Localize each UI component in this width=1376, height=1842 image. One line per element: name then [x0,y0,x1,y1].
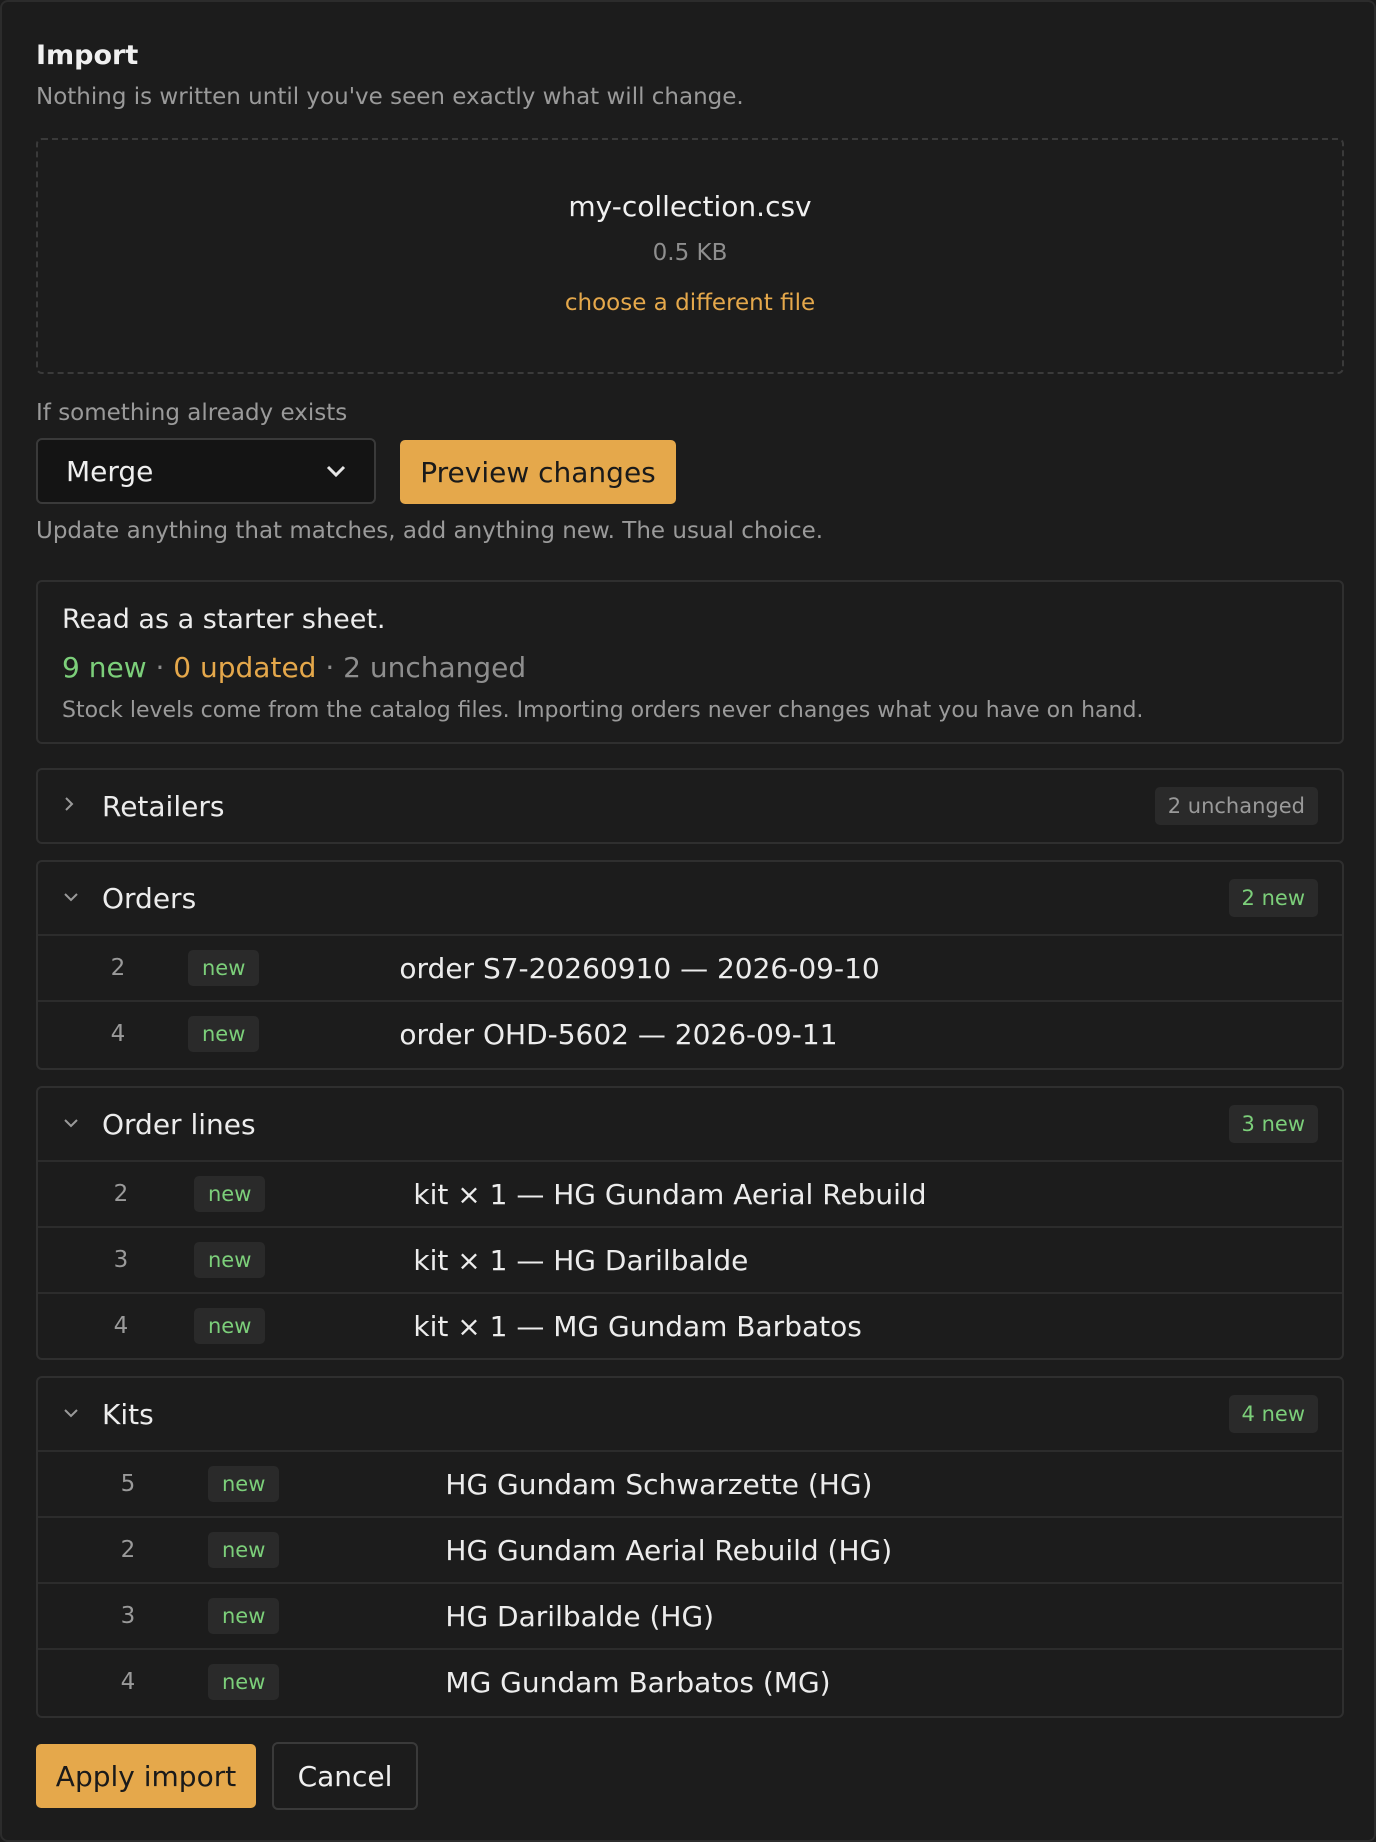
table-row: 4 new order OHD-5602 — 2026-09-11 [38,1000,1342,1066]
status-badge: new [188,950,260,986]
chevron-down-icon [62,888,94,909]
row-description: HG Gundam Schwarzette (HG) [445,1467,873,1501]
table-row: 5 new HG Gundam Schwarzette (HG) [38,1450,1342,1516]
separator: · [316,651,344,684]
row-number: 3 [120,1603,136,1629]
conflict-mode-select[interactable]: Merge [36,438,376,504]
section-header-retailers[interactable]: Retailers 2 unchanged [38,770,1342,842]
file-name: my-collection.csv [568,190,812,223]
preview-changes-button[interactable]: Preview changes [400,440,676,504]
section-header-kits[interactable]: Kits 4 new [38,1378,1342,1450]
status-badge: new [208,1598,280,1634]
status-badge: new [194,1176,266,1212]
table-row: 2 new order S7-20260910 — 2026-09-10 [38,934,1342,1000]
section-badge: 4 new [1228,1395,1318,1433]
table-row: 3 new HG Darilbalde (HG) [38,1582,1342,1648]
file-size: 0.5 KB [652,240,728,266]
section-header-order-lines[interactable]: Order lines 3 new [38,1088,1342,1160]
file-dropzone[interactable]: my-collection.csv 0.5 KB choose a differ… [36,138,1344,374]
new-count: 9 new [62,651,147,684]
row-number: 4 [120,1669,136,1695]
summary-note: Stock levels come from the catalog files… [62,698,1144,723]
section-retailers: Retailers 2 unchanged [36,768,1344,844]
cancel-button[interactable]: Cancel [272,1742,418,1810]
section-header-orders[interactable]: Orders 2 new [38,862,1342,934]
section-badge: 2 new [1228,879,1318,917]
table-row: 4 new MG Gundam Barbatos (MG) [38,1648,1342,1714]
row-description: order OHD-5602 — 2026-09-11 [399,1017,838,1051]
row-number: 4 [113,1313,129,1339]
row-description: HG Darilbalde (HG) [445,1599,715,1633]
row-description: kit × 1 — MG Gundam Barbatos [413,1309,862,1343]
choose-different-file-link[interactable]: choose a different file [38,290,1342,316]
status-badge: new [188,1016,260,1052]
table-row: 3 new kit × 1 — HG Darilbalde [38,1226,1342,1292]
table-row: 4 new kit × 1 — MG Gundam Barbatos [38,1292,1342,1358]
chevron-down-icon [62,1404,94,1425]
row-description: order S7-20260910 — 2026-09-10 [399,951,880,985]
section-kits: Kits 4 new 5 new HG Gundam Schwarzette (… [36,1376,1344,1718]
page-title: Import [36,40,139,71]
section-badge: 2 unchanged [1154,787,1318,825]
section-order-lines: Order lines 3 new 2 new kit × 1 — HG Gun… [36,1086,1344,1360]
chevron-down-icon [326,459,346,484]
updated-count: 0 updated [173,651,317,684]
conflict-label: If something already exists [36,400,348,426]
status-badge: new [194,1308,266,1344]
chevron-right-icon [62,795,94,818]
section-title: Orders [102,881,197,915]
row-number: 3 [113,1247,129,1273]
page-subtitle: Nothing is written until you've seen exa… [36,84,744,110]
row-number: 4 [110,1021,126,1047]
chevron-down-icon [62,1114,94,1135]
row-description: MG Gundam Barbatos (MG) [445,1665,831,1699]
unchanged-count: 2 unchanged [343,651,527,684]
conflict-mode-hint: Update anything that matches, add anythi… [36,518,824,544]
row-number: 2 [110,955,126,981]
table-row: 2 new kit × 1 — HG Gundam Aerial Rebuild [38,1160,1342,1226]
section-badge: 3 new [1228,1105,1318,1143]
section-title: Retailers [102,789,225,823]
summary-stats: 9 new · 0 updated · 2 unchanged [62,651,1318,684]
section-title: Kits [102,1397,154,1431]
import-summary: Read as a starter sheet. 9 new · 0 updat… [36,580,1344,744]
status-badge: new [208,1532,280,1568]
row-description: kit × 1 — HG Darilbalde [413,1243,749,1277]
row-number: 5 [120,1471,136,1497]
section-title: Order lines [102,1107,256,1141]
status-badge: new [208,1466,280,1502]
row-description: kit × 1 — HG Gundam Aerial Rebuild [413,1177,927,1211]
row-description: HG Gundam Aerial Rebuild (HG) [445,1533,893,1567]
conflict-mode-value: Merge [66,454,154,488]
row-number: 2 [113,1181,129,1207]
table-row: 2 new HG Gundam Aerial Rebuild (HG) [38,1516,1342,1582]
row-number: 2 [120,1537,136,1563]
status-badge: new [208,1664,280,1700]
section-orders: Orders 2 new 2 new order S7-20260910 — 2… [36,860,1344,1070]
summary-title: Read as a starter sheet. [62,604,386,635]
status-badge: new [194,1242,266,1278]
separator: · [146,651,174,684]
import-panel: Import Nothing is written until you've s… [0,0,1376,1842]
apply-import-button[interactable]: Apply import [36,1744,256,1808]
